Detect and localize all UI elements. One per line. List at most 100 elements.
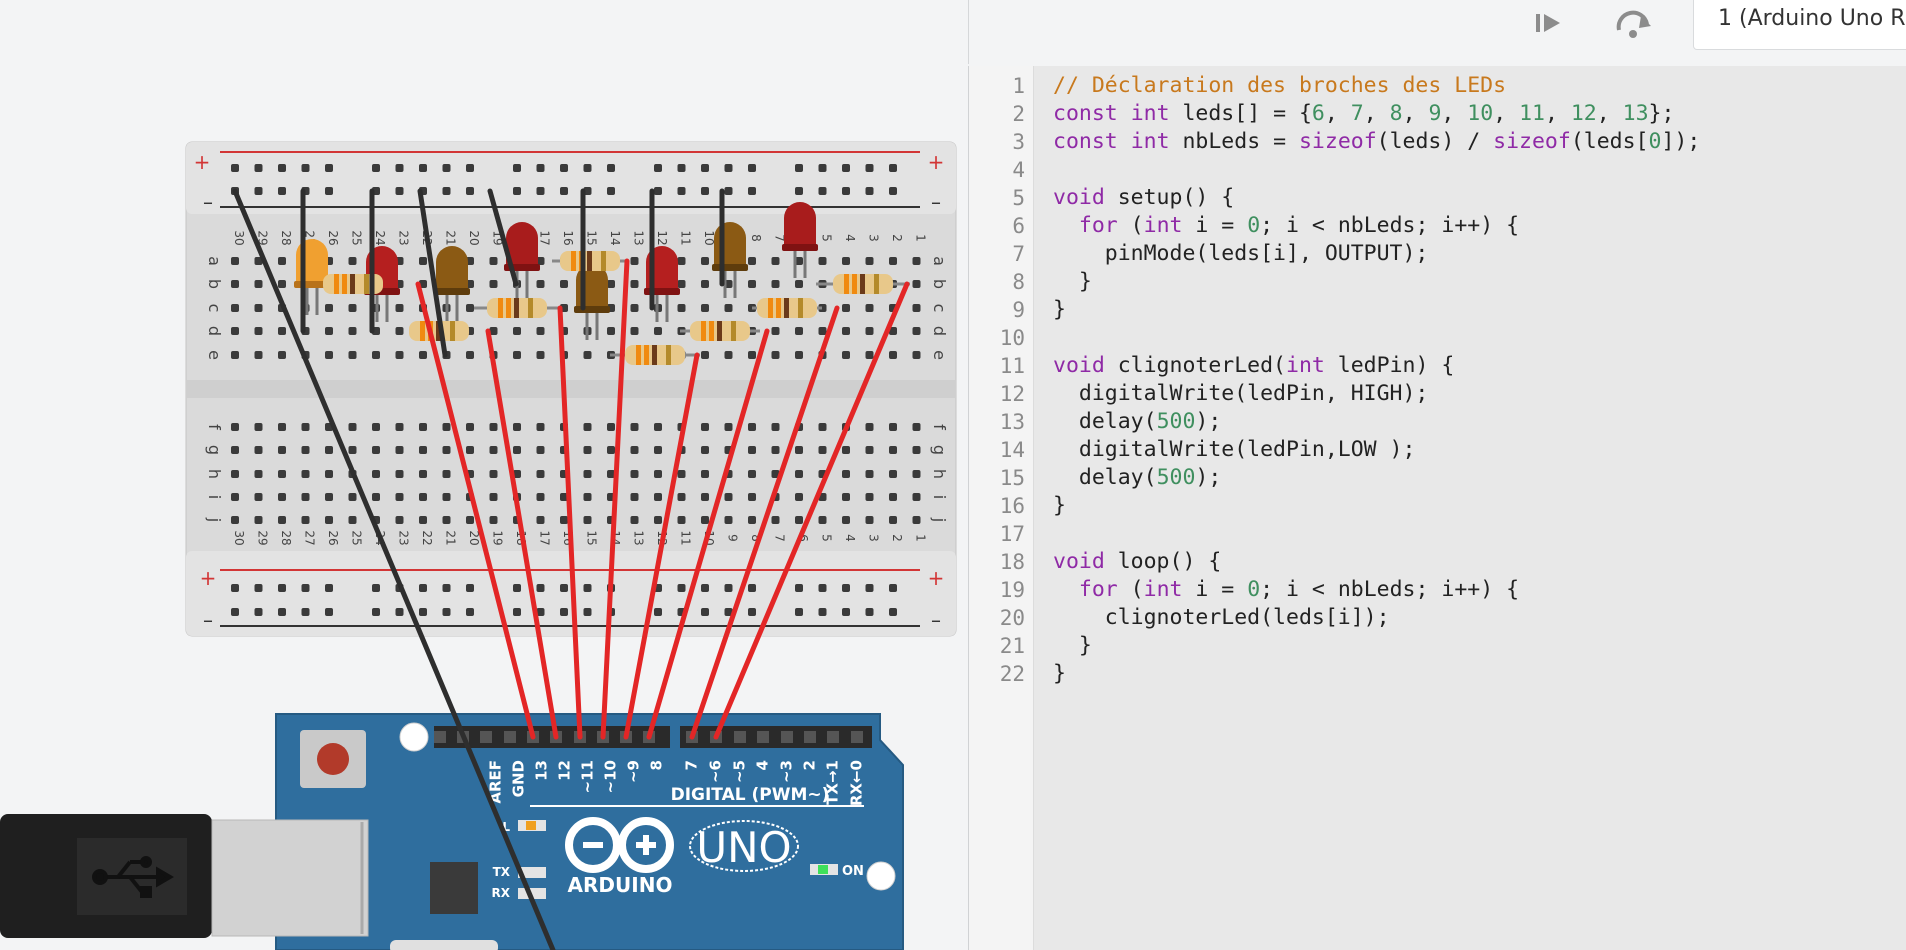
breadboard-hole[interactable] — [442, 446, 451, 454]
breadboard-hole[interactable] — [701, 257, 709, 265]
breadboard-hole[interactable] — [442, 423, 451, 431]
breadboard-hole[interactable] — [912, 470, 921, 478]
resistor-band[interactable] — [731, 321, 736, 341]
breadboard-hole[interactable] — [466, 187, 474, 195]
breadboard-hole[interactable] — [795, 446, 803, 454]
breadboard-hole[interactable] — [912, 516, 921, 524]
breadboard-hole[interactable] — [654, 608, 662, 616]
breadboard-hole[interactable] — [724, 164, 733, 172]
code-line[interactable]: // Déclaration des broches des LEDs — [1053, 72, 1506, 100]
header-pin[interactable] — [434, 731, 446, 743]
breadboard-hole[interactable] — [818, 327, 827, 335]
breadboard-hole[interactable] — [583, 493, 592, 501]
breadboard-hole[interactable] — [865, 423, 874, 431]
led-rim[interactable] — [644, 288, 680, 295]
breadboard-hole[interactable] — [442, 516, 451, 524]
breadboard-hole[interactable] — [348, 493, 357, 501]
breadboard-hole[interactable] — [301, 470, 310, 478]
breadboard-hole[interactable] — [865, 304, 874, 312]
breadboard-hole[interactable] — [395, 470, 404, 478]
breadboard-hole[interactable] — [842, 187, 850, 195]
breadboard-hole[interactable] — [325, 446, 333, 454]
header-pin[interactable] — [757, 731, 769, 743]
breadboard-hole[interactable] — [231, 516, 239, 524]
breadboard-hole[interactable] — [372, 164, 380, 172]
breadboard-hole[interactable] — [654, 446, 662, 454]
breadboard-hole[interactable] — [912, 280, 921, 288]
breadboard-hole[interactable] — [372, 584, 380, 592]
breadboard-hole[interactable] — [372, 446, 380, 454]
breadboard-hole[interactable] — [842, 493, 850, 501]
breadboard-hole[interactable] — [301, 584, 310, 592]
circuit-canvas[interactable]: + + – – + + – – 303029292828272726262525… — [0, 0, 968, 950]
breadboard-hole[interactable] — [654, 493, 662, 501]
breadboard-hole[interactable] — [419, 608, 427, 616]
breadboard-hole[interactable] — [865, 608, 874, 616]
breadboard-hole[interactable] — [301, 608, 310, 616]
breadboard-hole[interactable] — [278, 164, 286, 172]
breadboard-hole[interactable] — [419, 470, 427, 478]
resistor-band[interactable] — [350, 274, 355, 294]
breadboard-hole[interactable] — [889, 493, 897, 501]
breadboard-hole[interactable] — [231, 304, 239, 312]
breadboard-hole[interactable] — [748, 493, 756, 501]
breadboard-hole[interactable] — [325, 516, 333, 524]
breadboard-hole[interactable] — [724, 187, 733, 195]
breadboard-hole[interactable] — [607, 446, 615, 454]
breadboard-hole[interactable] — [865, 351, 874, 359]
breadboard-hole[interactable] — [231, 608, 239, 616]
breadboard-hole[interactable] — [818, 516, 827, 524]
breadboard-hole[interactable] — [442, 608, 451, 616]
breadboard-hole[interactable] — [536, 164, 545, 172]
breadboard-hole[interactable] — [654, 423, 662, 431]
breadboard-hole[interactable] — [419, 351, 427, 359]
breadboard-hole[interactable] — [560, 187, 568, 195]
breadboard-hole[interactable] — [419, 164, 427, 172]
resistor-band[interactable] — [852, 274, 857, 294]
breadboard-hole[interactable] — [842, 351, 850, 359]
breadboard-hole[interactable] — [466, 516, 474, 524]
breadboard-hole[interactable] — [442, 493, 451, 501]
header-pin[interactable] — [851, 731, 863, 743]
breadboard-hole[interactable] — [560, 608, 568, 616]
breadboard-hole[interactable] — [865, 584, 874, 592]
breadboard-hole[interactable] — [231, 164, 239, 172]
led-rim[interactable] — [434, 288, 470, 295]
code-line[interactable]: } — [1053, 268, 1092, 296]
breadboard-hole[interactable] — [748, 516, 756, 524]
breadboard-hole[interactable] — [513, 351, 521, 359]
breadboard-hole[interactable] — [536, 470, 545, 478]
resistor-band[interactable] — [342, 274, 347, 294]
breadboard-hole[interactable] — [395, 446, 404, 454]
breadboard-hole[interactable] — [842, 257, 850, 265]
breadboard-hole[interactable] — [325, 304, 333, 312]
breadboard-hole[interactable] — [865, 446, 874, 454]
breadboard-hole[interactable] — [677, 304, 686, 312]
breadboard-hole[interactable] — [583, 584, 592, 592]
breadboard-hole[interactable] — [301, 164, 310, 172]
breadboard-hole[interactable] — [278, 608, 286, 616]
breadboard-hole[interactable] — [489, 280, 498, 288]
breadboard-hole[interactable] — [536, 280, 545, 288]
breadboard-hole[interactable] — [865, 327, 874, 335]
breadboard-hole[interactable] — [748, 608, 756, 616]
breadboard-hole[interactable] — [348, 516, 357, 524]
code-line[interactable]: const int nbLeds = sizeof(leds) / sizeof… — [1053, 128, 1700, 156]
breadboard-hole[interactable] — [419, 584, 427, 592]
breadboard-hole[interactable] — [348, 257, 357, 265]
code-line[interactable]: } — [1053, 296, 1066, 324]
breadboard-hole[interactable] — [348, 351, 357, 359]
code-line[interactable]: void setup() { — [1053, 184, 1234, 212]
breadboard-hole[interactable] — [607, 327, 615, 335]
breadboard-hole[interactable] — [583, 351, 592, 359]
breadboard-hole[interactable] — [912, 351, 921, 359]
step-icon[interactable] — [1533, 10, 1563, 36]
breadboard-hole[interactable] — [489, 493, 498, 501]
resistor-band[interactable] — [784, 298, 789, 318]
breadboard-hole[interactable] — [278, 470, 286, 478]
breadboard-hole[interactable] — [748, 280, 756, 288]
breadboard-hole[interactable] — [818, 187, 827, 195]
breadboard-hole[interactable] — [419, 516, 427, 524]
breadboard-hole[interactable] — [771, 327, 780, 335]
breadboard-hole[interactable] — [630, 327, 639, 335]
